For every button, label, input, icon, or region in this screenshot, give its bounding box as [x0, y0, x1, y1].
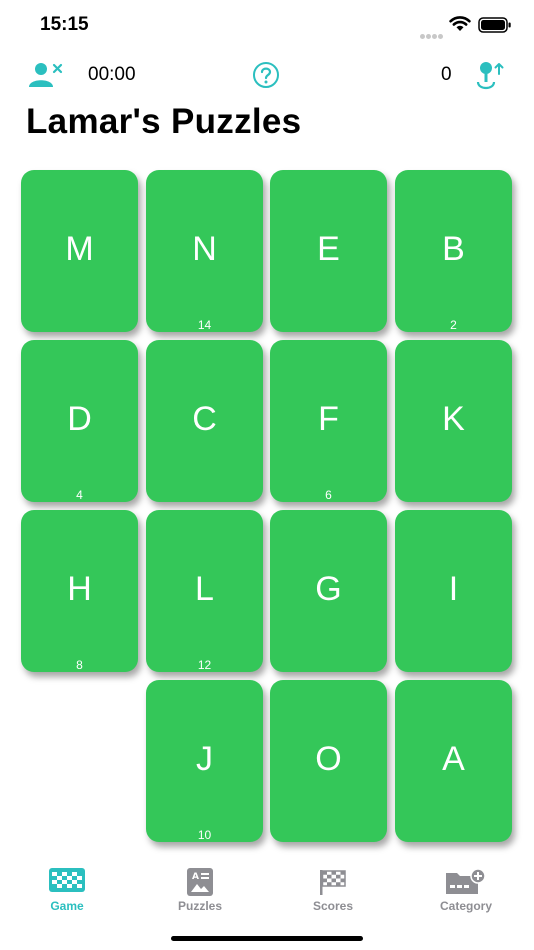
- puzzle-tile[interactable]: K: [395, 340, 512, 502]
- tile-letter: J: [196, 740, 213, 778]
- tile-letter: I: [448, 570, 459, 608]
- puzzle-tile[interactable]: O: [270, 680, 387, 842]
- tile-letter: G: [315, 570, 342, 608]
- puzzle-card-icon: A: [187, 868, 213, 896]
- tile-letter: B: [442, 230, 465, 268]
- tile-letter: E: [317, 230, 340, 268]
- puzzle-tile[interactable]: F 6: [270, 340, 387, 502]
- puzzle-tile[interactable]: C: [146, 340, 263, 502]
- tile-count: 4: [76, 488, 83, 502]
- tile-count: 12: [197, 658, 212, 672]
- timer: 00:00: [88, 64, 136, 85]
- folder-add-icon: [446, 868, 486, 894]
- puzzle-tile[interactable]: G: [270, 510, 387, 672]
- tab-scores[interactable]: Scores: [266, 860, 400, 916]
- tile-letter: A: [442, 740, 465, 778]
- battery-icon: [478, 17, 511, 33]
- tile-letter: F: [318, 400, 339, 438]
- tile-letter: N: [192, 230, 217, 268]
- home-indicator: [171, 936, 363, 941]
- tile-count: 2: [450, 318, 457, 332]
- puzzle-tile[interactable]: J 10: [146, 680, 263, 842]
- tile-letter: D: [67, 400, 92, 438]
- tab-puzzles[interactable]: A Puzzles: [133, 860, 267, 916]
- tab-game[interactable]: Game: [0, 860, 134, 916]
- tile-letter: K: [442, 400, 465, 438]
- tile-letter: L: [195, 570, 214, 608]
- user-remove-icon[interactable]: [28, 60, 66, 88]
- help-icon[interactable]: [252, 61, 280, 89]
- tile-count: 8: [76, 658, 83, 672]
- tab-category[interactable]: Category: [399, 860, 533, 916]
- tab-label: Category: [439, 899, 492, 913]
- puzzle-tile[interactable]: L 12: [146, 510, 263, 672]
- joystick-icon[interactable]: [474, 60, 506, 90]
- tab-label: Puzzles: [177, 899, 222, 913]
- score-count: 0: [441, 64, 452, 85]
- puzzle-tile[interactable]: E: [270, 170, 387, 332]
- page-title: Lamar's Puzzles: [26, 102, 302, 141]
- puzzle-tile[interactable]: B 2: [395, 170, 512, 332]
- tile-count: 6: [325, 488, 332, 502]
- tab-label: Game: [50, 899, 84, 913]
- puzzle-tile[interactable]: N 14: [146, 170, 263, 332]
- tile-letter: O: [315, 740, 342, 778]
- tab-bar: Game A Puzzles Scores Category: [0, 860, 534, 920]
- status-time: 15:15: [40, 14, 89, 35]
- checkered-flag-icon: [320, 870, 346, 895]
- puzzle-tile[interactable]: M: [21, 170, 138, 332]
- puzzle-tile[interactable]: D 4: [21, 340, 138, 502]
- tab-label: Scores: [312, 899, 354, 913]
- tile-letter: H: [67, 570, 92, 608]
- puzzle-tile[interactable]: H 8: [21, 510, 138, 672]
- tile-count: 14: [197, 318, 212, 332]
- checkerboard-icon: [49, 868, 85, 892]
- screen: 15:15 00:00 0 Lamar's Puzzles M N 14 E B…: [0, 0, 534, 950]
- tile-count: 10: [197, 828, 212, 842]
- puzzle-tile[interactable]: I: [395, 510, 512, 672]
- signal-dots-icon: [420, 26, 444, 39]
- status-bar: 15:15: [0, 0, 534, 52]
- tile-letter: M: [65, 230, 94, 268]
- tile-letter: C: [192, 400, 217, 438]
- puzzle-tile[interactable]: A: [395, 680, 512, 842]
- toolbar: 00:00 0: [0, 56, 534, 92]
- wifi-icon: [449, 16, 471, 31]
- svg-text:A: A: [192, 872, 199, 882]
